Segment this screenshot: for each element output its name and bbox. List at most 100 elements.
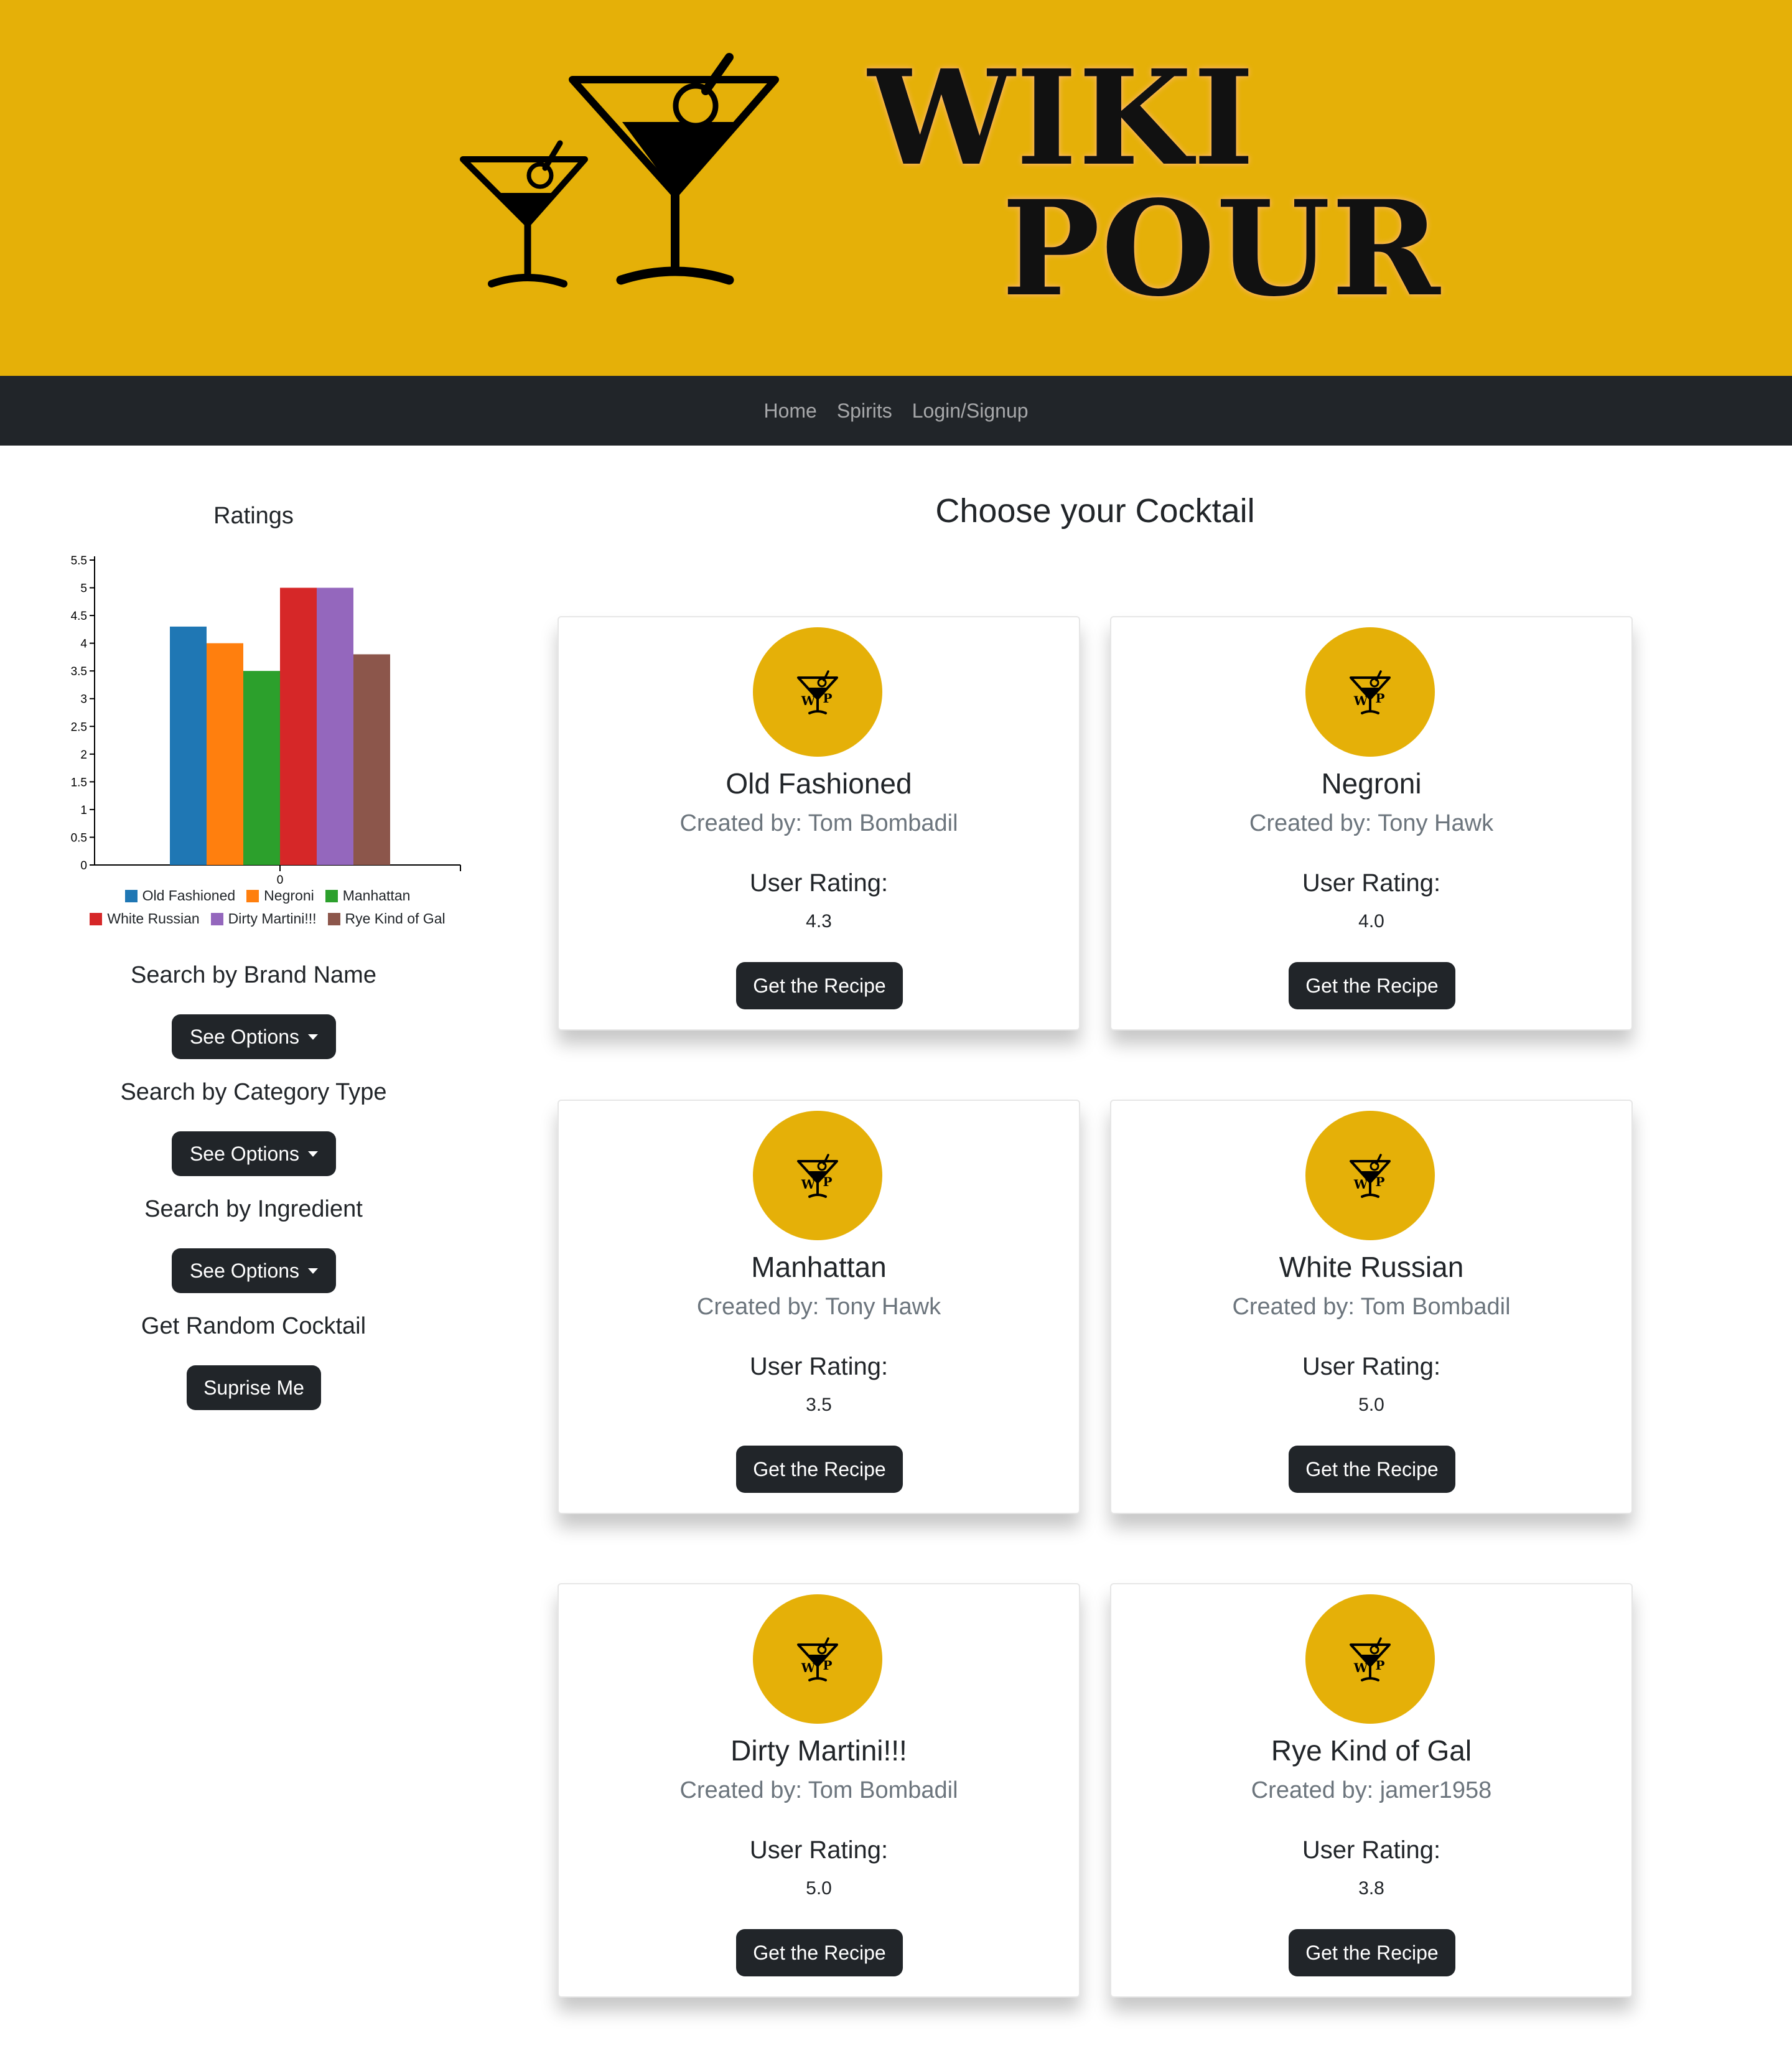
get-recipe-button[interactable]: Get the Recipe	[1289, 1446, 1455, 1493]
cocktail-card: WP Old Fashioned Created by: Tom Bombadi…	[558, 616, 1080, 1031]
legend-swatch	[325, 889, 338, 902]
y-tick-label: 2	[80, 749, 87, 762]
legend-item: Dirty Martini!!!	[210, 910, 317, 927]
badge-initial-w: W	[801, 693, 816, 708]
search-brand-label: Search by Brand Name	[131, 962, 376, 988]
rating-label: User Rating:	[1302, 1836, 1441, 1864]
caret-down-icon	[308, 1034, 319, 1040]
y-tick-label: 1	[80, 804, 87, 817]
nav-login-signup[interactable]: Login/Signup	[912, 400, 1029, 423]
wiki-pour-badge-icon: WP	[1305, 627, 1435, 757]
martini-badge-icon: WP	[797, 1637, 838, 1681]
bar-white-russian	[280, 587, 317, 865]
legend-row: White Russian Dirty Martini!!! Rye Kind of…	[56, 910, 479, 927]
rating-label: User Rating:	[1302, 1353, 1441, 1380]
brand-pour: POUR	[1002, 172, 1442, 325]
cocktail-card: WP Manhattan Created by: Tony Hawk User …	[558, 1100, 1080, 1514]
nav-spirits[interactable]: Spirits	[837, 400, 892, 423]
y-tick-label: 0.5	[71, 831, 87, 844]
cocktail-card: WP White Russian Created by: Tom Bombadi…	[1110, 1100, 1633, 1514]
surprise-me-button[interactable]: Suprise Me	[187, 1365, 321, 1410]
y-tick-label: 2.5	[71, 721, 87, 734]
legend-label: Manhattan	[342, 887, 411, 904]
ratings-bar-chart: 0 0.5 1 1.5 2 2.5 3 3.5 4 4.5 5 5.5 0	[71, 554, 461, 887]
legend-item: Rye Kind of Gal	[327, 910, 446, 927]
get-recipe-button[interactable]: Get the Recipe	[736, 962, 903, 1009]
legend-item: Manhattan	[325, 887, 411, 904]
search-category-label: Search by Category Type	[120, 1079, 387, 1105]
legend-label: Old Fashioned	[142, 887, 236, 904]
legend-swatch	[90, 912, 103, 925]
legend-item: White Russian	[90, 910, 200, 927]
y-tick-label: 5	[80, 582, 87, 596]
page-title: Choose your Cocktail	[935, 492, 1255, 530]
wiki-pour-badge-icon: WP	[753, 1594, 882, 1724]
main-navbar: Home Spirits Login/Signup	[0, 376, 1792, 446]
cocktail-creator: Created by: Tony Hawk	[696, 1294, 941, 1320]
cocktail-name: Negroni	[1321, 767, 1422, 800]
cocktail-card: WP Dirty Martini!!! Created by: Tom Bomb…	[558, 1583, 1080, 1998]
badge-initial-w: W	[1353, 1660, 1368, 1675]
legend-swatch	[210, 912, 223, 925]
badge-initial-p: P	[1375, 1174, 1384, 1189]
cocktail-name: White Russian	[1279, 1251, 1464, 1283]
cocktail-creator: Created by: Tom Bombadil	[1232, 1294, 1511, 1320]
rating-label: User Rating:	[1302, 869, 1441, 897]
chart-title: Ratings	[213, 503, 294, 529]
get-recipe-button[interactable]: Get the Recipe	[1289, 962, 1455, 1009]
bar-manhattan	[243, 671, 280, 865]
legend-label: Negroni	[264, 887, 314, 904]
legend-label: White Russian	[107, 910, 200, 927]
cocktail-creator: Created by: jamer1958	[1251, 1777, 1492, 1803]
get-recipe-button[interactable]: Get the Recipe	[736, 1446, 903, 1493]
bar-dirty-martini	[317, 587, 353, 865]
category-options-label: See Options	[189, 1142, 300, 1165]
legend-item: Negroni	[246, 887, 314, 904]
badge-initial-w: W	[801, 1177, 816, 1192]
legend-swatch	[124, 889, 138, 902]
cocktail-name: Manhattan	[751, 1251, 887, 1283]
badge-initial-w: W	[1353, 693, 1368, 708]
brand-options-dropdown[interactable]: See Options	[172, 1014, 336, 1059]
x-tick-label: 0	[277, 874, 284, 887]
ingredient-options-dropdown[interactable]: See Options	[172, 1248, 336, 1293]
cocktail-name: Old Fashioned	[726, 767, 912, 800]
y-tick-label: 1.5	[71, 776, 87, 789]
cocktail-name: Rye Kind of Gal	[1271, 1734, 1472, 1767]
get-recipe-button[interactable]: Get the Recipe	[736, 1929, 903, 1976]
badge-initial-p: P	[823, 1658, 832, 1673]
ingredient-options-label: See Options	[189, 1259, 300, 1282]
get-recipe-button[interactable]: Get the Recipe	[1289, 1929, 1455, 1976]
bar-negroni	[207, 643, 243, 865]
martini-badge-icon: WP	[1350, 1637, 1391, 1681]
y-tick-label: 4	[80, 638, 87, 651]
caret-down-icon	[308, 1151, 319, 1157]
cocktail-card: WP Negroni Created by: Tony Hawk User Ra…	[1110, 616, 1633, 1031]
badge-initial-w: W	[1353, 1177, 1368, 1192]
random-cocktail-label: Get Random Cocktail	[141, 1313, 366, 1339]
rating-label: User Rating:	[749, 1353, 889, 1380]
y-tick-label: 0	[80, 859, 87, 872]
cocktail-name: Dirty Martini!!!	[730, 1734, 907, 1767]
brand-wiki: WIKI	[868, 41, 1256, 195]
rating-value: 3.5	[806, 1395, 832, 1415]
badge-initial-w: W	[801, 1660, 816, 1675]
chart-legend: Old Fashioned Negroni Manhattan White Russi…	[56, 887, 479, 933]
search-ingredient-label: Search by Ingredient	[144, 1196, 363, 1222]
badge-initial-p: P	[823, 1174, 832, 1189]
rating-value: 5.0	[1358, 1395, 1384, 1415]
martini-badge-icon: WP	[797, 670, 838, 714]
rating-label: User Rating:	[749, 869, 889, 897]
bar-old-fashioned	[170, 626, 207, 865]
category-options-dropdown[interactable]: See Options	[172, 1131, 336, 1176]
cocktail-card: WP Rye Kind of Gal Created by: jamer1958…	[1110, 1583, 1633, 1998]
y-tick-label: 5.5	[71, 554, 87, 568]
y-tick-label: 4.5	[71, 610, 87, 623]
wiki-pour-badge-icon: WP	[1305, 1594, 1435, 1724]
nav-home[interactable]: Home	[763, 400, 816, 423]
brand-options-label: See Options	[189, 1025, 300, 1048]
y-tick-label: 3	[80, 693, 87, 706]
wiki-pour-badge-icon: WP	[753, 1111, 882, 1240]
legend-swatch	[327, 912, 340, 925]
cocktail-creator: Created by: Tony Hawk	[1249, 810, 1494, 836]
